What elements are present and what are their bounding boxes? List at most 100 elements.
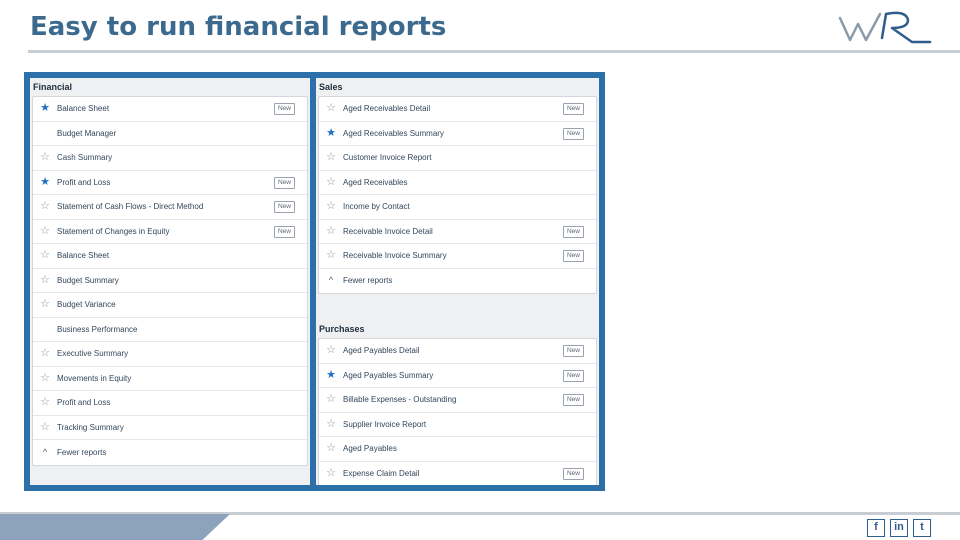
star-outline-icon[interactable]: ☆	[323, 176, 339, 188]
star-outline-icon[interactable]: ☆	[37, 250, 53, 261]
chevron-up-icon[interactable]: ^	[323, 276, 339, 285]
report-row[interactable]: ☆ Cash Summary	[33, 146, 307, 171]
new-badge: New	[563, 345, 584, 357]
report-label: Statement of Changes in Equity	[57, 226, 170, 236]
new-badge: New	[563, 127, 584, 140]
report-label: Expense Claim Detail	[343, 469, 420, 479]
star-outline-icon[interactable]: ☆	[37, 348, 53, 359]
report-label: Cash Summary	[57, 153, 113, 163]
report-row[interactable]: ☆ Executive Summary	[33, 342, 307, 367]
purchases-report-list: ☆ Aged Payables Detail New ★ Aged Payables S…	[318, 338, 597, 485]
report-row[interactable]: ☆ Statement of Changes in Equity New	[33, 220, 307, 244]
star-outline-icon[interactable]: ☆	[37, 299, 53, 310]
report-row[interactable]: ☆ Business Performance	[33, 318, 307, 342]
report-row[interactable]: ☆ Billable Expenses - Outstanding New	[319, 388, 596, 413]
star-filled-icon[interactable]: ★	[37, 176, 53, 188]
report-row[interactable]: ☆ Aged Payables	[319, 437, 596, 462]
financial-report-list: ★ Balance Sheet New ☆ Budget Manager ☆ Cash Su…	[32, 96, 308, 466]
linkedin-icon[interactable]: in	[890, 519, 908, 537]
report-row[interactable]: ☆ Tracking Summary	[33, 416, 307, 440]
star-placeholder-icon: ☆	[37, 324, 53, 335]
star-outline-icon[interactable]: ☆	[323, 443, 339, 454]
report-row[interactable]: ★ Balance Sheet New	[33, 97, 307, 122]
report-label: Fewer reports	[343, 276, 393, 286]
report-row[interactable]: ☆ Receivable Invoice Detail New	[319, 220, 596, 244]
star-filled-icon[interactable]: ★	[37, 103, 53, 114]
report-row[interactable]: ☆ Statement of Cash Flows - Direct Method…	[33, 195, 307, 220]
star-outline-icon[interactable]: ☆	[37, 274, 53, 286]
sales-report-list: ☆ Aged Receivables Detail New ★ Aged Receiva…	[318, 96, 597, 294]
report-label: Aged Payables	[343, 444, 397, 454]
facebook-icon[interactable]: f	[867, 519, 885, 537]
report-row[interactable]: ^ Fewer reports	[319, 269, 596, 294]
report-label: Business Performance	[57, 324, 138, 334]
report-row[interactable]: ☆ Balance Sheet	[33, 244, 307, 269]
report-row[interactable]: ☆ Expense Claim Detail New	[319, 462, 596, 486]
report-row[interactable]: ☆ Customer Invoice Report	[319, 146, 596, 171]
report-row[interactable]: ★ Aged Payables Summary New	[319, 364, 596, 388]
reports-screenshot: Financial ★ Balance Sheet New ☆ Budget Manag…	[24, 72, 605, 491]
report-label: Aged Payables Summary	[343, 370, 434, 380]
report-row[interactable]: ^ Fewer reports	[33, 440, 307, 465]
new-badge: New	[274, 176, 295, 189]
report-row[interactable]: ☆ Aged Receivables Detail New	[319, 97, 596, 122]
star-placeholder-icon: ☆	[37, 128, 53, 139]
report-row[interactable]: ☆ Receivable Invoice Summary New	[319, 244, 596, 269]
star-outline-icon[interactable]: ☆	[323, 345, 339, 356]
twitter-icon[interactable]: t	[913, 519, 931, 537]
report-label: Budget Manager	[57, 128, 117, 138]
report-row[interactable]: ☆ Income by Contact	[319, 195, 596, 220]
new-badge: New	[563, 250, 584, 262]
star-outline-icon[interactable]: ☆	[37, 201, 53, 212]
star-outline-icon[interactable]: ☆	[323, 225, 339, 237]
new-badge: New	[274, 225, 295, 238]
footer-accent	[0, 514, 230, 540]
new-badge: New	[563, 225, 584, 238]
report-label: Statement of Cash Flows - Direct Method	[57, 202, 204, 212]
report-label: Budget Variance	[57, 300, 116, 310]
report-row[interactable]: ★ Aged Receivables Summary New	[319, 122, 596, 146]
star-filled-icon[interactable]: ★	[323, 369, 339, 381]
new-badge: New	[274, 103, 295, 115]
star-outline-icon[interactable]: ☆	[37, 372, 53, 384]
star-outline-icon[interactable]: ☆	[323, 250, 339, 261]
star-outline-icon[interactable]: ☆	[37, 397, 53, 408]
purchases-heading: Purchases	[319, 324, 365, 334]
report-label: Billable Expenses - Outstanding	[343, 395, 457, 405]
report-row[interactable]: ☆ Budget Summary	[33, 269, 307, 293]
report-row[interactable]: ☆ Budget Variance	[33, 293, 307, 318]
report-row[interactable]: ☆ Budget Manager	[33, 122, 307, 146]
star-outline-icon[interactable]: ☆	[323, 103, 339, 114]
report-label: Balance Sheet	[57, 104, 110, 114]
report-label: Aged Receivables Summary	[343, 128, 444, 138]
new-badge: New	[563, 103, 584, 115]
report-label: Receivable Invoice Summary	[343, 251, 447, 261]
report-label: Receivable Invoice Detail	[343, 226, 433, 236]
report-row[interactable]: ☆ Aged Receivables	[319, 171, 596, 195]
star-filled-icon[interactable]: ★	[323, 127, 339, 139]
report-label: Supplier Invoice Report	[343, 419, 427, 429]
report-label: Movements in Equity	[57, 373, 132, 383]
chevron-up-icon[interactable]: ^	[37, 447, 53, 457]
star-outline-icon[interactable]: ☆	[323, 468, 339, 479]
sales-purchases-panel: Sales ☆ Aged Receivables Detail New ★ Aged R…	[316, 78, 599, 485]
star-outline-icon[interactable]: ☆	[37, 152, 53, 163]
report-label: Balance Sheet	[57, 251, 110, 261]
star-outline-icon[interactable]: ☆	[323, 418, 339, 430]
report-label: Profit and Loss	[57, 177, 111, 187]
sales-heading: Sales	[319, 82, 343, 92]
star-outline-icon[interactable]: ☆	[323, 394, 339, 405]
star-outline-icon[interactable]: ☆	[323, 201, 339, 212]
star-outline-icon[interactable]: ☆	[37, 421, 53, 433]
report-label: Fewer reports	[57, 447, 107, 457]
report-row[interactable]: ☆ Supplier Invoice Report	[319, 413, 596, 437]
new-badge: New	[563, 369, 584, 382]
report-row[interactable]: ☆ Profit and Loss	[33, 391, 307, 416]
report-label: Aged Payables Detail	[343, 346, 420, 356]
report-label: Income by Contact	[343, 202, 410, 212]
star-outline-icon[interactable]: ☆	[323, 152, 339, 163]
star-outline-icon[interactable]: ☆	[37, 225, 53, 237]
report-row[interactable]: ☆ Movements in Equity	[33, 367, 307, 391]
report-row[interactable]: ☆ Aged Payables Detail New	[319, 339, 596, 364]
report-row[interactable]: ★ Profit and Loss New	[33, 171, 307, 195]
